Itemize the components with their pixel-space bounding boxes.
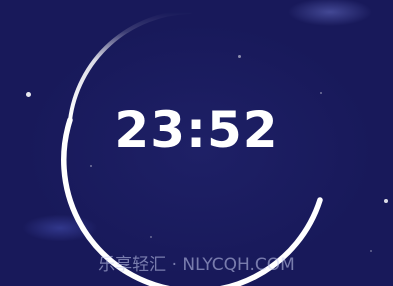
- clock-screen: 23:52 乐享轻汇 · NLYCQH.COM: [0, 0, 393, 286]
- watermark-text: 乐享轻汇 · NLYCQH.COM: [98, 255, 295, 275]
- clock-time: 23:52: [114, 101, 279, 159]
